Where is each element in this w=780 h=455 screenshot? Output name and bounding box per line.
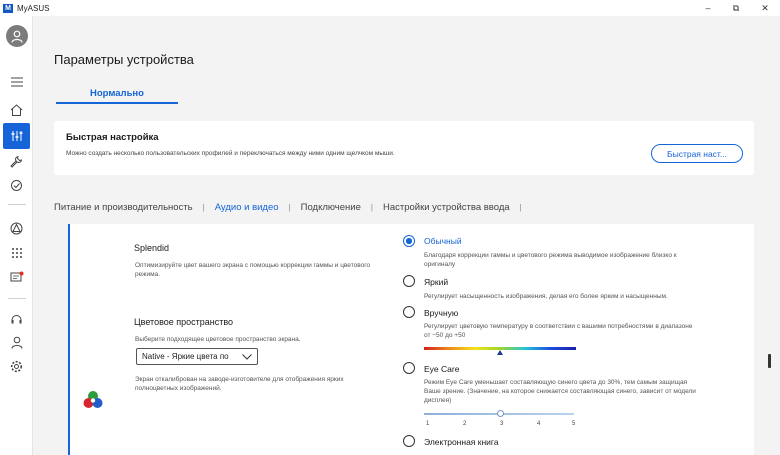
eye-care-tick: 3 (500, 421, 504, 427)
calibration-note: Экран откалиброван на заводе-изготовител… (135, 376, 344, 392)
support-icon[interactable] (4, 309, 29, 329)
quick-settings-card: Быстрая настройка Можно создать нескольк… (54, 121, 754, 175)
eye-care-tick: 2 (463, 421, 467, 427)
radio-normal[interactable] (403, 235, 415, 247)
display-settings-card: Splendid Оптимизируйте цвет вашего экран… (68, 224, 754, 455)
settings-icon[interactable] (4, 356, 29, 376)
option-eye-care-label: Eye Care (424, 364, 460, 374)
category-divider: | (288, 203, 291, 212)
apps-icon[interactable] (4, 243, 29, 263)
title-bar: M MyASUS – ⧉ ✕ (0, 0, 780, 16)
splendid-title: Splendid (134, 243, 170, 253)
content-scrollbar[interactable] (767, 224, 773, 455)
sidebar-divider (8, 298, 26, 299)
color-space-title: Цветовое пространство (134, 317, 234, 327)
eye-care-tick: 5 (572, 421, 576, 427)
eye-care-tick: 1 (426, 421, 430, 427)
category-input-devices[interactable]: Настройки устройства ввода (383, 202, 510, 213)
color-space-select-value: Native - Яркие цвета по (142, 352, 229, 361)
eye-care-tick: 4 (537, 421, 541, 427)
window-title: MyASUS (17, 3, 50, 13)
category-connection[interactable]: Подключение (301, 202, 361, 213)
quick-settings-button[interactable]: Быстрая наст... (651, 144, 743, 163)
option-ebook-label: Электронная книга (424, 437, 499, 447)
radio-manual[interactable] (403, 306, 415, 318)
quick-settings-desc: Можно создать несколько пользовательских… (66, 150, 395, 157)
category-audio-video[interactable]: Аудио и видео (215, 202, 279, 213)
category-divider: | (370, 203, 373, 212)
sliders-icon[interactable] (3, 123, 30, 149)
user-icon[interactable] (4, 332, 29, 352)
option-vivid-desc: Регулирует насыщенность изображения, дел… (424, 293, 668, 300)
color-space-desc: Выберите подходящее цветовое пространств… (135, 336, 301, 343)
maximize-button[interactable]: ⧉ (723, 0, 749, 16)
tab-normal[interactable]: Нормально (56, 88, 178, 99)
option-manual-desc: Регулирует цветовую температуру в соотве… (424, 323, 693, 339)
page-title: Параметры устройства (54, 52, 194, 67)
minimize-button[interactable]: – (695, 0, 721, 16)
eye-care-slider-thumb[interactable] (496, 410, 504, 417)
category-nav: Питание и производительность | Аудио и в… (54, 202, 532, 213)
refresh-icon[interactable] (4, 175, 29, 195)
avatar-icon[interactable] (6, 25, 28, 47)
network-icon[interactable] (4, 218, 29, 238)
radio-vivid[interactable] (403, 275, 415, 287)
option-normal-label: Обычный (424, 236, 462, 246)
radio-eye-care[interactable] (403, 362, 415, 374)
option-vivid-label: Яркий (424, 277, 449, 287)
close-button[interactable]: ✕ (752, 0, 778, 16)
myasus-logo-icon: M (3, 3, 13, 13)
option-manual-label: Вручную (424, 308, 459, 318)
menu-icon[interactable] (4, 72, 29, 92)
color-temperature-marker[interactable] (497, 350, 503, 356)
scrollbar-thumb[interactable] (768, 354, 771, 368)
tab-underline (56, 102, 178, 104)
message-icon[interactable] (4, 267, 29, 287)
color-space-select[interactable]: Native - Яркие цвета по (136, 348, 258, 365)
sidebar-divider (8, 204, 26, 205)
option-eye-care-desc: Режим Eye Care уменьшает составляющую си… (424, 379, 696, 404)
category-divider: | (519, 203, 522, 212)
sidebar (0, 16, 33, 455)
splendid-desc: Оптимизируйте цвет вашего экрана с помощ… (135, 262, 371, 278)
category-power[interactable]: Питание и производительность (54, 202, 193, 213)
home-icon[interactable] (4, 100, 29, 120)
wrench-icon[interactable] (4, 151, 29, 171)
option-normal-desc: Благодаря коррекции гаммы и цветового ре… (424, 252, 677, 268)
radio-ebook[interactable] (403, 435, 415, 447)
category-divider: | (202, 203, 205, 212)
quick-settings-title: Быстрая настройка (66, 132, 159, 143)
color-wheel-logo-icon (83, 391, 103, 408)
chevron-down-icon (242, 354, 252, 360)
